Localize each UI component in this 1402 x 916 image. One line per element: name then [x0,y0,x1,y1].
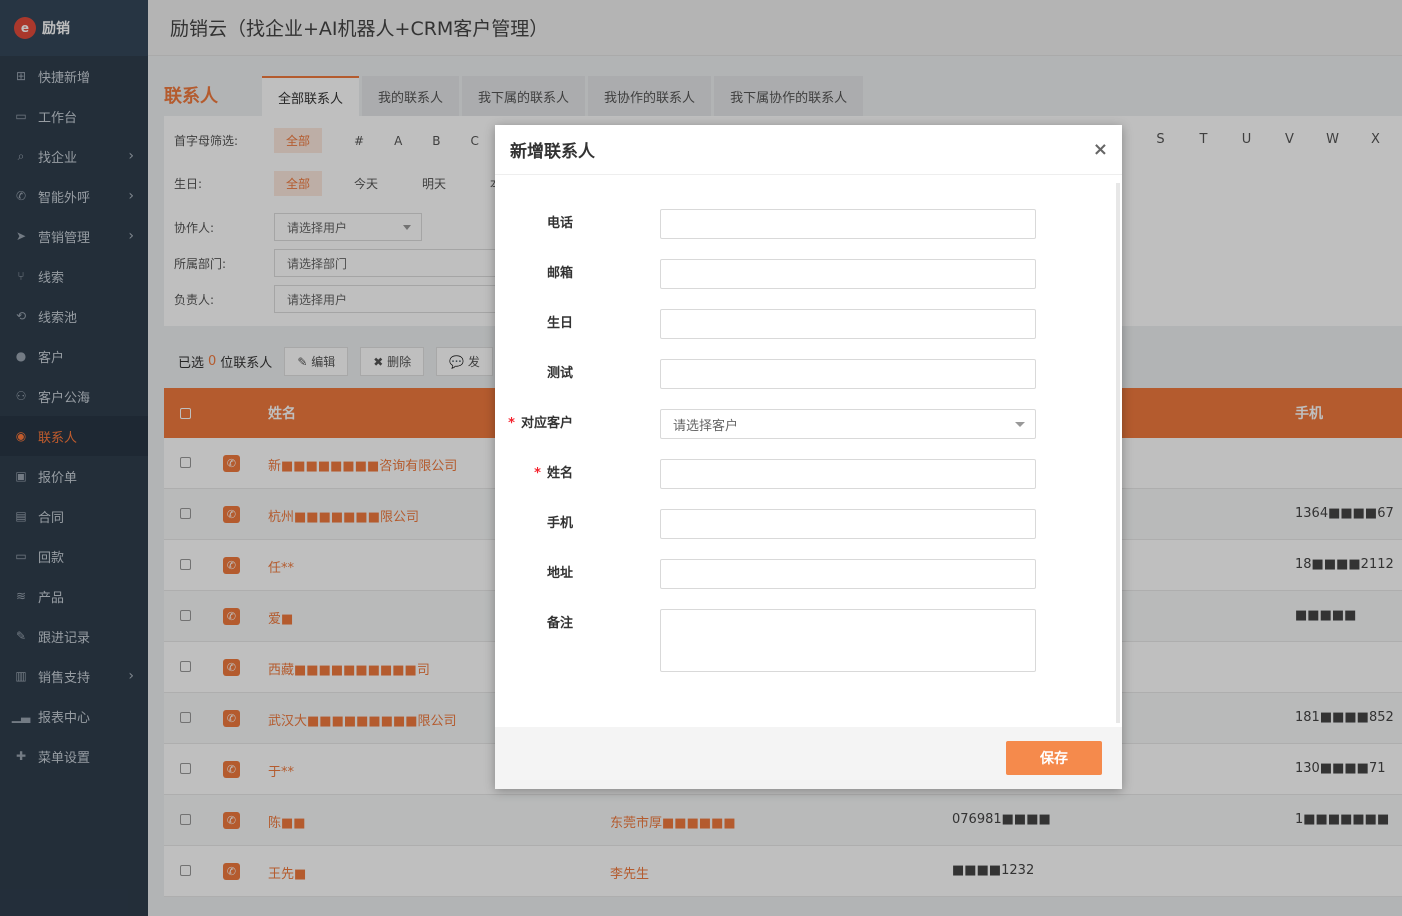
field-label-text: 手机 [546,516,573,531]
field-input[interactable] [660,459,1036,489]
field-label: 地址 [495,559,615,589]
field-label: 手机 [495,509,615,539]
form-row: 测试 [495,359,1095,389]
field-input[interactable] [660,209,1036,239]
form-row: 备注 [495,609,1095,672]
required-mark: * [508,416,515,431]
field-label: * 对应客户 [495,409,615,439]
field-label: 备注 [495,609,615,639]
modal-title: 新增联系人 [510,142,595,162]
field-label: * 姓名 [495,459,615,489]
field-label: 测试 [495,359,615,389]
field-label-text: 生日 [546,316,573,331]
field-input[interactable] [660,309,1036,339]
required-mark: * [534,466,541,481]
field-label-text: 地址 [546,566,573,581]
form-row: * 姓名 [495,459,1095,489]
field-input[interactable] [660,559,1036,589]
save-button[interactable]: 保存 [1006,741,1102,775]
modal-header: 新增联系人 × [495,125,1122,175]
field-input[interactable] [660,509,1036,539]
modal-footer: 保存 [495,727,1122,789]
form-row: 手机 [495,509,1095,539]
field-label-text: 对应客户 [520,416,573,431]
chevron-down-icon [1015,422,1025,427]
form-row: 地址 [495,559,1095,589]
add-contact-modal: 新增联系人 × 电话邮箱生日测试 * 对应客户 请选择客户 * 姓名手机地址备注 保存 [495,125,1122,789]
select-placeholder: 请选择客户 [673,418,739,434]
field-label-text: 备注 [546,616,573,631]
field-label-text: 邮箱 [546,266,573,281]
modal-body: 电话邮箱生日测试 * 对应客户 请选择客户 * 姓名手机地址备注 [495,176,1122,726]
field-label: 邮箱 [495,259,615,289]
field-label-text: 电话 [546,216,573,231]
remark-textarea[interactable] [660,609,1036,672]
field-input[interactable] [660,359,1036,389]
customer-select[interactable]: 请选择客户 [660,409,1036,439]
close-icon[interactable]: × [1093,139,1108,160]
field-label-text: 姓名 [546,466,573,481]
field-label-text: 测试 [546,366,573,381]
form-row: 电话 [495,209,1095,239]
form-row: 生日 [495,309,1095,339]
form-row: 邮箱 [495,259,1095,289]
form-row: * 对应客户 请选择客户 [495,409,1095,439]
field-input[interactable] [660,259,1036,289]
field-label: 电话 [495,209,615,239]
modal-scrollbar[interactable] [1116,183,1120,723]
field-label: 生日 [495,309,615,339]
